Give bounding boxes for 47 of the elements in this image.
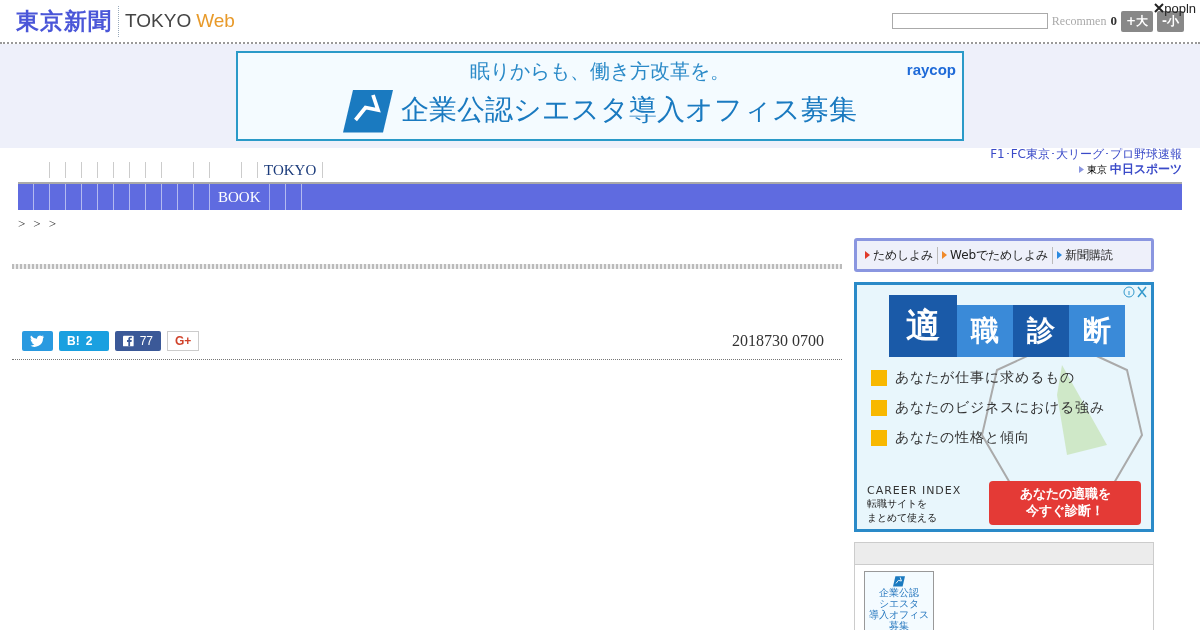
ad-panel[interactable]: 適 職 診 断 あなたが仕事に求めるもの あなたのビジネスにおける強み あなたの性格と傾向 CAREER INDEX 転職サイトを まとめて使える あなたの適職を 今すぐ診断！ — [854, 282, 1154, 532]
bullet-icon — [871, 400, 887, 416]
ad-bullet-text: あなたの性格と傾向 — [895, 429, 1030, 447]
subscription-link[interactable]: 新聞購読 — [1053, 246, 1118, 264]
ad-tagline: まとめて使える — [867, 511, 938, 525]
facebook-icon — [123, 335, 134, 347]
bullet-icon — [871, 370, 887, 386]
facebook-button[interactable]: 77 — [115, 331, 161, 351]
banner-title: 企業公認シエスタ導入オフィス募集 — [401, 91, 857, 128]
recommend-label: Recommen — [1051, 13, 1107, 29]
twitter-button[interactable] — [22, 331, 53, 351]
title-tile: 診 — [1013, 305, 1069, 357]
brand-name: TOKYO — [125, 10, 192, 32]
ad-bullet-text: あなたのビジネスにおける強み — [895, 399, 1105, 417]
category-tab[interactable]: BOOK — [210, 184, 270, 210]
hatena-button[interactable]: B! 2 — [59, 331, 109, 351]
sports-link[interactable]: 中日スポーツ — [1110, 161, 1182, 178]
sports-prefix: 東京 — [1087, 162, 1107, 177]
cta-button[interactable]: あなたの適職を 今すぐ診断！ — [989, 481, 1141, 525]
title-tile: 職 — [957, 305, 1013, 357]
search-field[interactable] — [891, 13, 1048, 29]
site-logo[interactable]: 東京新聞 — [16, 5, 119, 37]
ad-tagline: 転職サイトを — [867, 497, 928, 511]
font-size-button[interactable]: +大 — [1120, 10, 1153, 32]
advertiser-name: CAREER INDEX — [867, 484, 962, 497]
bird-icon — [30, 335, 44, 347]
close-icon[interactable] — [1154, 3, 1165, 13]
breadcrumb-separator: > — [48, 216, 57, 232]
bullet-icon — [871, 430, 887, 446]
sports-caption: F1･FC東京･大リーグ･プロ野球速報 — [990, 147, 1182, 161]
brand-suffix: Web — [196, 10, 235, 32]
title-tile: 適 — [889, 295, 957, 357]
ad-banner[interactable]: 眠りからも、働き方改革を。 企業公認シエスタ導入オフィス募集 raycop — [236, 51, 964, 141]
publish-date: 2018730 0700 — [732, 332, 824, 350]
title-tile: 断 — [1069, 305, 1125, 357]
subscription-link[interactable]: Webでためしよみ — [938, 246, 1054, 264]
banner-headline: 眠りからも、働き方改革を。 — [470, 57, 730, 85]
breadcrumb-separator: > — [33, 216, 41, 232]
recommend-count: 0 — [1110, 13, 1117, 29]
nav-item[interactable]: TOKYO — [258, 162, 324, 178]
google-plus-button[interactable]: G+ — [167, 331, 200, 351]
subscription-link[interactable]: ためしよみ — [861, 246, 938, 264]
banner-brand: raycop — [906, 61, 956, 78]
breadcrumb-separator: > — [18, 216, 26, 232]
thumbnail-link[interactable]: 企業公認 シエスタ 導入オフィス 募集 — [864, 571, 934, 630]
triangle-icon — [1079, 166, 1084, 173]
ad-bullet-text: あなたが仕事に求めるもの — [895, 369, 1075, 387]
